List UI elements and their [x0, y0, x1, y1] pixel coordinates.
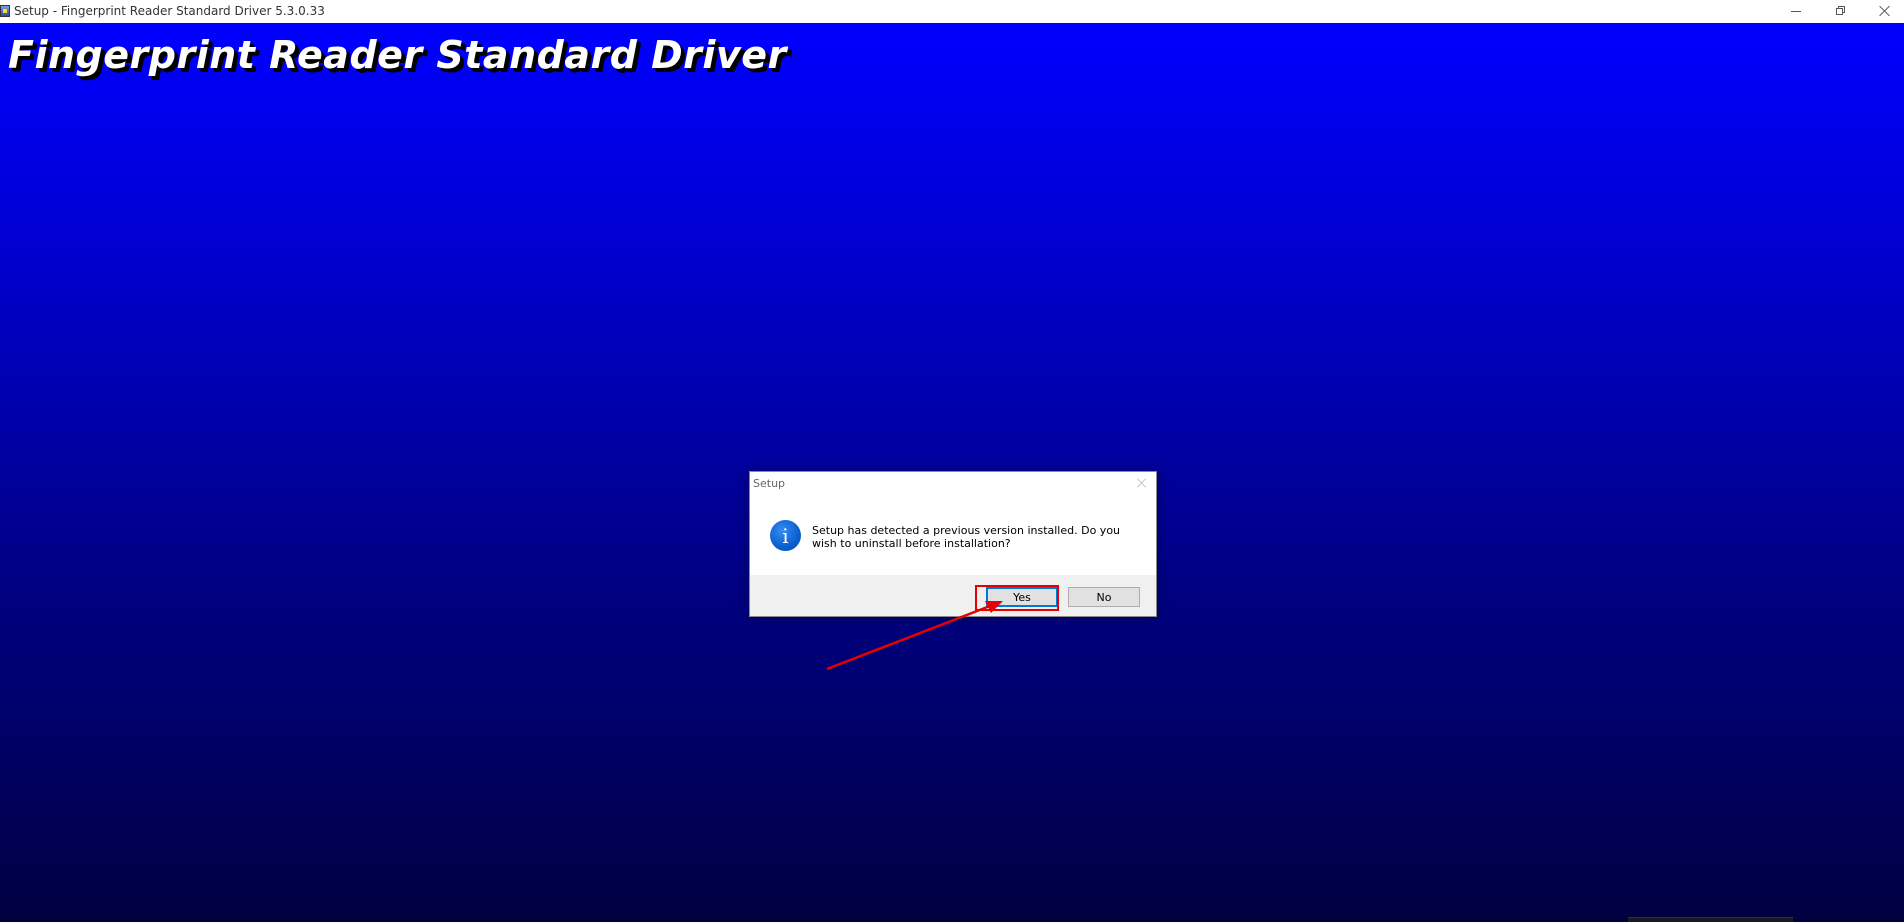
background-edge — [1628, 917, 1793, 922]
dialog-title: Setup — [753, 477, 786, 490]
dialog-message: Setup has detected a previous version in… — [812, 524, 1121, 550]
uninstall-prompt-dialog: Setup i Setup has detected a previous ve… — [749, 471, 1157, 617]
installer-heading: Fingerprint Reader Standard Driver — [8, 33, 787, 77]
close-button[interactable] — [1862, 0, 1904, 22]
dialog-button-bar: Yes No — [750, 575, 1156, 616]
window-title: Setup - Fingerprint Reader Standard Driv… — [14, 4, 325, 18]
annotation-highlight-box — [975, 585, 1059, 611]
minimize-button[interactable] — [1773, 0, 1819, 22]
no-button[interactable]: No — [1068, 587, 1140, 607]
info-icon: i — [770, 520, 801, 551]
close-icon — [1879, 5, 1891, 17]
dialog-close-icon[interactable] — [1136, 477, 1148, 489]
restore-button[interactable] — [1818, 0, 1864, 22]
minimize-icon — [1791, 10, 1801, 12]
restore-icon — [1836, 6, 1846, 16]
title-bar: Setup - Fingerprint Reader Standard Driv… — [0, 0, 1904, 24]
setup-window: Setup - Fingerprint Reader Standard Driv… — [0, 0, 1904, 922]
setup-app-icon — [0, 5, 10, 17]
